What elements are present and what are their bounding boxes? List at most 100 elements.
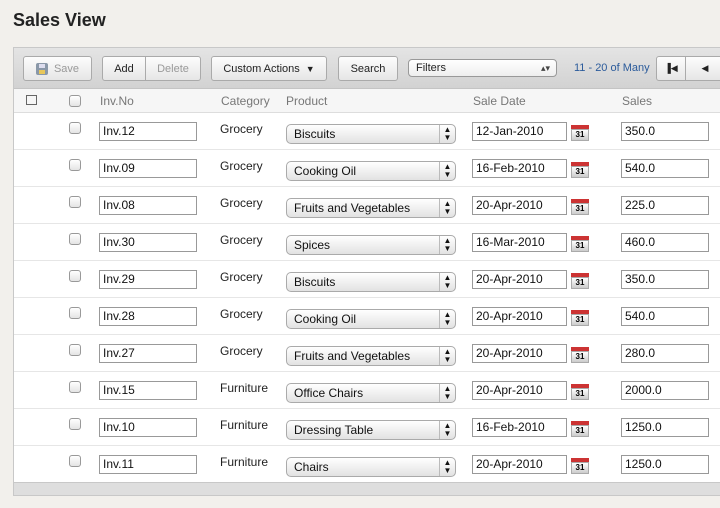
calendar-icon[interactable]: 31 [570,307,590,327]
prev-page-icon: ◀ [701,63,709,73]
product-select[interactable]: Spices ▲ ▼ [286,235,456,255]
column-category[interactable]: Category [221,94,270,108]
sale-date-input[interactable]: 12-Jan-2010 [472,122,567,141]
sale-date-input[interactable]: 20-Apr-2010 [472,455,567,474]
sale-date-input[interactable]: 16-Feb-2010 [472,159,567,178]
inv-no-input[interactable]: Inv.30 [99,233,197,252]
updown-icon: ▲ ▼ [439,236,455,254]
inv-no-input[interactable]: Inv.28 [99,307,197,326]
table-row: Inv.10 Furniture Dressing Table ▲ ▼ 16-Feb… [14,409,720,446]
calendar-icon[interactable]: 31 [570,344,590,364]
updown-icon: ▲ ▼ [439,310,455,328]
calendar-icon[interactable]: 31 [570,233,590,253]
sale-date-input[interactable]: 16-Feb-2010 [472,418,567,437]
calendar-icon[interactable]: 31 [570,122,590,142]
category-text: Furniture [220,381,269,395]
product-select[interactable]: Cooking Oil ▲ ▼ [286,161,456,181]
calendar-icon[interactable]: 31 [570,381,590,401]
category-text: Grocery [220,344,263,358]
column-chooser-icon[interactable] [26,95,37,105]
category-text: Grocery [220,307,263,321]
grid-panel: Save Add Delete Custom Actions ▼ Search F… [13,47,720,496]
sales-input[interactable]: 460.0 [621,233,709,252]
sale-date-input[interactable]: 20-Apr-2010 [472,196,567,215]
table-row: Inv.29 Grocery Biscuits ▲ ▼ 20-Apr-2010 31… [14,261,720,298]
first-page-button[interactable]: ▐◀ [656,56,686,81]
delete-button[interactable]: Delete [145,56,201,81]
product-select[interactable]: Biscuits ▲ ▼ [286,124,456,144]
category-text: Grocery [220,159,263,173]
row-checkbox[interactable] [69,122,81,134]
updown-icon: ▲ ▼ [439,458,455,476]
row-checkbox[interactable] [69,344,81,356]
product-select[interactable]: Cooking Oil ▲ ▼ [286,309,456,329]
add-button[interactable]: Add [102,56,146,81]
inv-no-input[interactable]: Inv.10 [99,418,197,437]
row-checkbox[interactable] [69,381,81,393]
filters-select[interactable]: Filters ▴▾ [408,59,557,77]
sale-date-input[interactable]: 20-Apr-2010 [472,270,567,289]
sale-date-input[interactable]: 20-Apr-2010 [472,307,567,326]
column-inv-no[interactable]: Inv.No [100,94,134,108]
row-checkbox[interactable] [69,233,81,245]
calendar-icon[interactable]: 31 [570,455,590,475]
column-sale-date[interactable]: Sale Date [473,94,526,108]
inv-no-input[interactable]: Inv.11 [99,455,197,474]
sales-input[interactable]: 540.0 [621,159,709,178]
sales-input[interactable]: 350.0 [621,122,709,141]
calendar-icon[interactable]: 31 [570,196,590,216]
toolbar: Save Add Delete Custom Actions ▼ Search F… [14,48,720,89]
table-row: Inv.11 Furniture Chairs ▲ ▼ 20-Apr-2010 31… [14,446,720,483]
table-row: Inv.15 Furniture Office Chairs ▲ ▼ 20-Apr-… [14,372,720,409]
product-select[interactable]: Fruits and Vegetables ▲ ▼ [286,346,456,366]
prev-page-button[interactable]: ◀ [685,56,720,81]
custom-actions-button[interactable]: Custom Actions ▼ [211,56,327,81]
calendar-icon[interactable]: 31 [570,159,590,179]
column-sales[interactable]: Sales [622,94,652,108]
sales-input[interactable]: 540.0 [621,307,709,326]
row-checkbox[interactable] [69,159,81,171]
column-product[interactable]: Product [286,94,327,108]
sales-input[interactable]: 225.0 [621,196,709,215]
sales-input[interactable]: 280.0 [621,344,709,363]
row-checkbox[interactable] [69,418,81,430]
sales-input[interactable]: 1250.0 [621,418,709,437]
updown-icon: ▴▾ [540,63,550,73]
product-select[interactable]: Dressing Table ▲ ▼ [286,420,456,440]
sales-input[interactable]: 1250.0 [621,455,709,474]
sales-input[interactable]: 2000.0 [621,381,709,400]
calendar-icon[interactable]: 31 [570,418,590,438]
category-text: Furniture [220,418,269,432]
row-checkbox[interactable] [69,307,81,319]
save-button[interactable]: Save [23,56,92,81]
category-text: Grocery [220,233,263,247]
sale-date-input[interactable]: 20-Apr-2010 [472,381,567,400]
row-checkbox[interactable] [69,270,81,282]
table-row: Inv.08 Grocery Fruits and Vegetables ▲ ▼ 2… [14,187,720,224]
updown-icon: ▲ ▼ [439,125,455,143]
inv-no-input[interactable]: Inv.09 [99,159,197,178]
pager-info: 11 - 20 of Many [574,62,650,74]
row-checkbox[interactable] [69,196,81,208]
search-button[interactable]: Search [338,56,398,81]
product-select[interactable]: Chairs ▲ ▼ [286,457,456,477]
inv-no-input[interactable]: Inv.12 [99,122,197,141]
sale-date-input[interactable]: 20-Apr-2010 [472,344,567,363]
calendar-icon[interactable]: 31 [570,270,590,290]
inv-no-input[interactable]: Inv.27 [99,344,197,363]
product-select[interactable]: Biscuits ▲ ▼ [286,272,456,292]
sales-input[interactable]: 350.0 [621,270,709,289]
inv-no-input[interactable]: Inv.29 [99,270,197,289]
floppy-icon [35,62,48,75]
category-text: Grocery [220,270,263,284]
product-select[interactable]: Office Chairs ▲ ▼ [286,383,456,403]
row-checkbox[interactable] [69,455,81,467]
sale-date-input[interactable]: 16-Mar-2010 [472,233,567,252]
grid-header: Inv.No Category Product Sale Date Sales [14,89,720,113]
table-row: Inv.12 Grocery Biscuits ▲ ▼ 12-Jan-2010 31… [14,113,720,150]
updown-icon: ▲ ▼ [439,347,455,365]
inv-no-input[interactable]: Inv.08 [99,196,197,215]
select-all-checkbox[interactable] [69,95,81,107]
product-select[interactable]: Fruits and Vegetables ▲ ▼ [286,198,456,218]
inv-no-input[interactable]: Inv.15 [99,381,197,400]
